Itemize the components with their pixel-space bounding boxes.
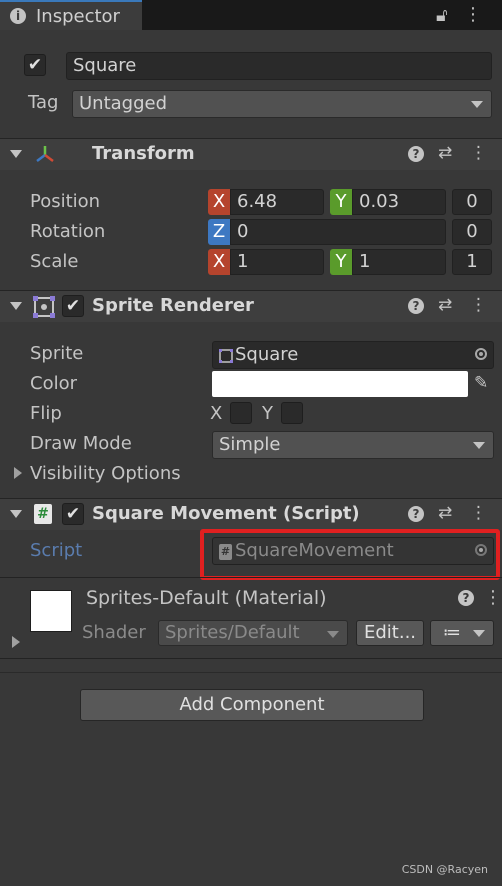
flip-x-checkbox[interactable] xyxy=(230,402,252,424)
material-title: Sprites-Default (Material) xyxy=(86,587,327,609)
script-component-title: Square Movement (Script) xyxy=(92,503,360,524)
tab-toolbar: 🔓︎ ⋮ xyxy=(434,4,494,26)
flip-y-checkbox[interactable] xyxy=(281,402,303,424)
scale-label: Scale xyxy=(30,251,79,272)
foldout-arrow-icon[interactable] xyxy=(10,150,22,158)
sprite-renderer-header[interactable]: ✔ Sprite Renderer ? ⇄ ⋮ xyxy=(0,290,502,322)
separator xyxy=(0,577,502,578)
script-label: Script xyxy=(30,540,83,561)
transform-icon xyxy=(36,146,54,162)
draw-mode-value: Simple xyxy=(219,434,281,455)
position-x-axis[interactable]: X xyxy=(208,189,230,215)
position-y-field[interactable]: 0.03 xyxy=(352,189,446,215)
flip-y-label: Y xyxy=(262,403,273,424)
scale-z-field[interactable]: 1 xyxy=(452,249,492,275)
tag-value: Untagged xyxy=(79,93,168,114)
shader-dropdown[interactable]: Sprites/Default xyxy=(158,620,348,646)
tab-title: Inspector xyxy=(36,6,120,27)
sprite-label: Sprite xyxy=(30,343,84,364)
shader-value: Sprites/Default xyxy=(165,622,300,643)
script-header-icons: ? ⇄ ⋮ xyxy=(408,503,488,525)
scale-x-axis[interactable]: X xyxy=(208,249,230,275)
sprite-value: Square xyxy=(235,344,299,365)
help-icon[interactable]: ? xyxy=(408,298,424,314)
presets-icon[interactable]: ⇄ xyxy=(438,295,452,315)
script-component-header[interactable]: # ✔ Square Movement (Script) ? ⇄ ⋮ xyxy=(0,498,502,530)
position-label: Position xyxy=(30,191,101,212)
object-picker-icon xyxy=(475,544,487,556)
presets-icon[interactable]: ⇄ xyxy=(438,143,452,163)
draw-mode-dropdown[interactable]: Simple xyxy=(212,431,494,459)
tab-bar: i Inspector 🔓︎ ⋮ xyxy=(0,0,502,30)
sprite-renderer-enabled-checkbox[interactable]: ✔ xyxy=(62,295,84,317)
chevron-down-icon xyxy=(327,631,339,638)
color-swatch[interactable] xyxy=(212,371,468,397)
transform-header[interactable]: Transform ? ⇄ ⋮ xyxy=(0,138,502,170)
material-preview xyxy=(30,590,72,632)
script-value: SquareMovement xyxy=(235,540,394,561)
help-icon[interactable]: ? xyxy=(458,590,474,606)
shader-label: Shader xyxy=(82,622,146,643)
more-menu-icon[interactable]: ⋮ xyxy=(484,587,502,608)
object-picker-icon[interactable] xyxy=(475,348,487,360)
scale-y-axis[interactable]: Y xyxy=(330,249,352,275)
position-x-field[interactable]: 6.48 xyxy=(230,189,324,215)
sprite-renderer-header-icons: ? ⇄ ⋮ xyxy=(408,295,488,317)
tab-inspector[interactable]: i Inspector xyxy=(0,0,142,30)
separator xyxy=(0,672,502,673)
foldout-arrow-icon[interactable] xyxy=(10,510,22,518)
visibility-options-label[interactable]: Visibility Options xyxy=(30,463,181,484)
draw-mode-label: Draw Mode xyxy=(30,433,132,454)
rotation-extra-field[interactable]: 0 xyxy=(452,219,492,245)
presets-icon[interactable]: ⇄ xyxy=(438,503,452,523)
separator xyxy=(0,658,502,659)
help-icon[interactable]: ? xyxy=(408,506,424,522)
foldout-arrow-icon[interactable] xyxy=(12,636,20,648)
scale-y-field[interactable]: 1 xyxy=(352,249,446,275)
rotation-z-field[interactable]: 0 xyxy=(230,219,446,245)
chevron-down-icon xyxy=(473,630,485,637)
rotation-label: Rotation xyxy=(30,221,106,242)
flip-label: Flip xyxy=(30,403,62,424)
sprite-renderer-icon xyxy=(33,296,55,318)
position-y-axis[interactable]: Y xyxy=(330,189,352,215)
list-icon: ≔ xyxy=(443,622,461,643)
info-icon: i xyxy=(10,8,26,24)
more-menu-icon[interactable]: ⋮ xyxy=(470,503,487,523)
foldout-arrow-icon[interactable] xyxy=(14,467,22,479)
eyedropper-icon[interactable]: ✎ xyxy=(474,373,488,393)
scale-x-field[interactable]: 1 xyxy=(230,249,324,275)
add-component-button[interactable]: Add Component xyxy=(80,689,424,721)
sprite-renderer-title: Sprite Renderer xyxy=(92,295,254,316)
help-icon[interactable]: ? xyxy=(408,146,424,162)
more-menu-icon[interactable]: ⋮ xyxy=(470,295,487,315)
tag-dropdown[interactable]: Untagged xyxy=(72,90,492,118)
script-file-icon: # xyxy=(219,544,232,560)
flip-x-label: X xyxy=(210,403,223,424)
gameobject-name-field[interactable]: Square xyxy=(66,52,492,80)
sprite-icon xyxy=(219,349,233,363)
position-z-field[interactable]: 0 xyxy=(452,189,492,215)
rotation-z-axis[interactable]: Z xyxy=(208,219,230,245)
transform-header-icons: ? ⇄ ⋮ xyxy=(408,143,488,165)
chevron-down-icon xyxy=(471,101,483,108)
sprite-object-field[interactable]: Square xyxy=(212,341,494,369)
color-label: Color xyxy=(30,373,77,394)
script-object-field: # SquareMovement xyxy=(212,537,494,565)
edit-shader-button[interactable]: Edit... xyxy=(356,620,424,646)
more-menu-icon[interactable]: ⋮ xyxy=(470,143,487,163)
script-enabled-checkbox[interactable]: ✔ xyxy=(62,503,84,525)
script-file-icon: # xyxy=(34,504,52,524)
gameobject-active-checkbox[interactable]: ✔ xyxy=(24,54,46,76)
transform-title: Transform xyxy=(92,143,195,164)
tag-label: Tag xyxy=(28,92,59,113)
foldout-arrow-icon[interactable] xyxy=(10,302,22,310)
chevron-down-icon xyxy=(473,442,485,449)
shader-options-button[interactable]: ≔ xyxy=(430,620,494,646)
lock-icon[interactable]: 🔓︎ xyxy=(436,5,448,26)
more-menu-icon[interactable]: ⋮ xyxy=(464,4,482,25)
watermark: CSDN @Racyen xyxy=(401,863,488,876)
